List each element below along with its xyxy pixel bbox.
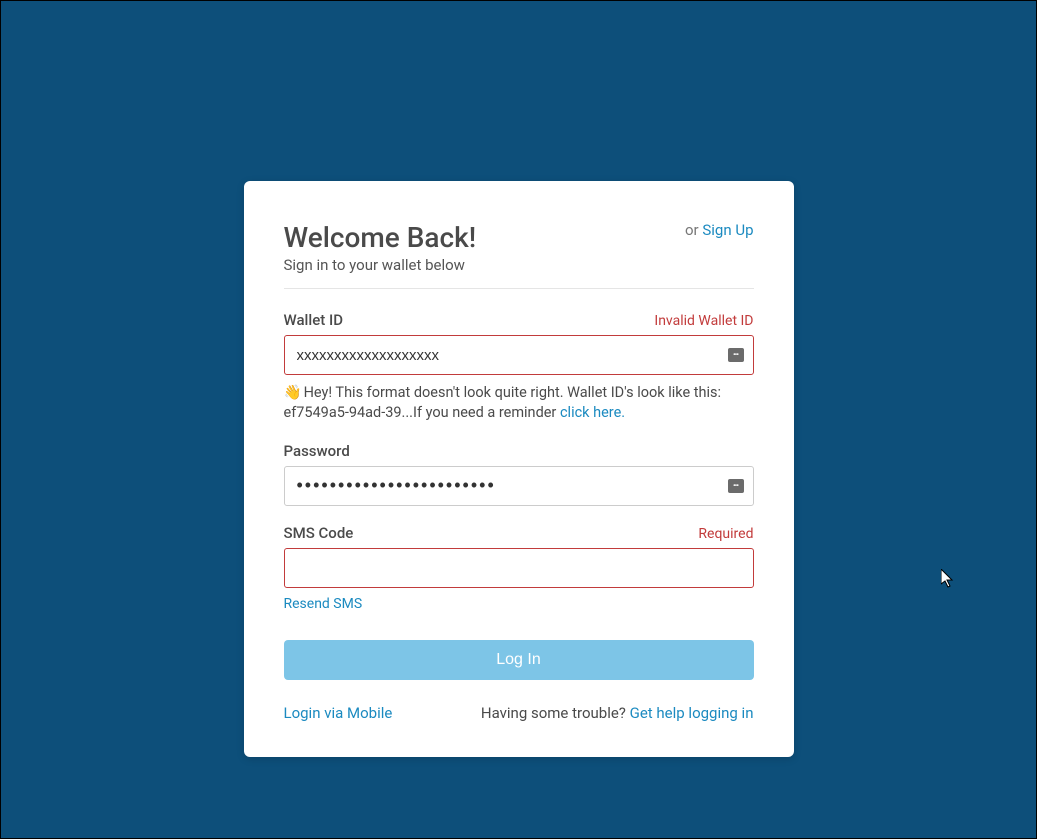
header: Welcome Back! Sign in to your wallet bel…: [284, 221, 754, 289]
password-group: Password: [284, 442, 754, 506]
wave-emoji-icon: 👋: [284, 384, 302, 401]
password-label-row: Password: [284, 442, 754, 460]
sms-input-wrapper: [284, 548, 754, 588]
wallet-id-hint-link[interactable]: click here.: [560, 404, 625, 421]
sms-error: Required: [698, 526, 753, 542]
footer: Login via Mobile Having some trouble? Ge…: [284, 704, 754, 722]
login-button[interactable]: Log In: [284, 640, 754, 680]
header-left: Welcome Back! Sign in to your wallet bel…: [284, 221, 685, 274]
wallet-id-input-wrapper: [284, 335, 754, 375]
login-card: Welcome Back! Sign in to your wallet bel…: [244, 181, 794, 757]
wallet-id-label: Wallet ID: [284, 311, 344, 329]
wallet-id-input[interactable]: [284, 335, 754, 375]
password-input[interactable]: [284, 466, 754, 506]
credential-icon[interactable]: [728, 348, 744, 362]
footer-right: Having some trouble? Get help logging in: [481, 704, 754, 722]
credential-icon[interactable]: [728, 479, 744, 493]
wallet-id-error: Invalid Wallet ID: [654, 313, 753, 329]
page-title: Welcome Back!: [284, 221, 685, 254]
mouse-cursor-icon: [941, 569, 957, 589]
trouble-text: Having some trouble?: [481, 704, 626, 722]
sms-label-row: SMS Code Required: [284, 524, 754, 542]
wallet-id-label-row: Wallet ID Invalid Wallet ID: [284, 311, 754, 329]
get-help-link[interactable]: Get help logging in: [630, 704, 754, 722]
signup-link[interactable]: Sign Up: [702, 221, 753, 239]
password-input-wrapper: [284, 466, 754, 506]
page-subtitle: Sign in to your wallet below: [284, 256, 685, 274]
password-label: Password: [284, 442, 350, 460]
wallet-id-hint: 👋Hey! This format doesn't look quite rig…: [284, 383, 754, 424]
sms-label: SMS Code: [284, 524, 354, 542]
login-via-mobile-link[interactable]: Login via Mobile: [284, 704, 393, 722]
sms-input[interactable]: [284, 548, 754, 588]
wallet-id-hint-text: Hey! This format doesn't look quite righ…: [284, 384, 722, 421]
wallet-id-group: Wallet ID Invalid Wallet ID 👋Hey! This f…: [284, 311, 754, 424]
sms-group: SMS Code Required Resend SMS: [284, 524, 754, 612]
header-right: or Sign Up: [685, 221, 754, 239]
resend-sms-link[interactable]: Resend SMS: [284, 596, 363, 612]
or-text: or: [685, 221, 699, 239]
